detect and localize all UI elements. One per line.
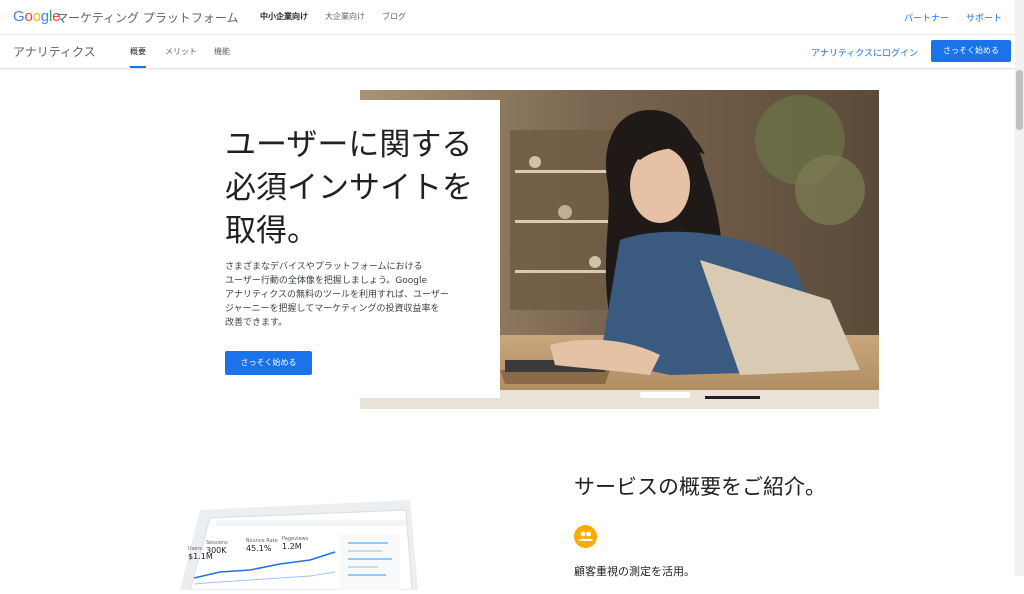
overview-title: サービスの概要をご紹介。: [574, 475, 826, 499]
hero-title: ユーザーに関する 必須インサイトを 取得。: [225, 124, 495, 253]
scrollbar-thumb[interactable]: [1016, 70, 1023, 130]
hero-title-line: 取得。: [225, 213, 318, 249]
hero-title-line: 必須インサイトを: [225, 170, 473, 206]
hero-description-line: ジャーニーを把握してマーケティングの投資収益率を: [225, 304, 440, 314]
hero-description: さまざまなデバイスやプラットフォームにおける ユーザー行動の全体像を把握しましょ…: [225, 260, 475, 330]
get-started-button[interactable]: さっそく始める: [931, 40, 1011, 62]
product-nav-bar: アナリティクス 概要 メリット 機能 アナリティクスにログイン さっそく始める: [0, 35, 1024, 68]
page-scrollbar[interactable]: [1015, 0, 1024, 576]
stat-sessions-value: 300K: [206, 546, 227, 555]
active-tab-indicator: [130, 66, 146, 68]
hero-get-started-button[interactable]: さっそく始める: [225, 351, 312, 375]
nav-item-blog[interactable]: ブログ: [382, 11, 406, 22]
support-link[interactable]: サポート: [966, 11, 1002, 24]
analytics-login-link[interactable]: アナリティクスにログイン: [811, 46, 918, 59]
product-name[interactable]: アナリティクス: [13, 43, 96, 60]
people-icon-glyph: [578, 531, 593, 541]
hero-description-line: アナリティクスの無料のツールを利用すれば、ユーザー: [225, 290, 449, 300]
tab-benefits[interactable]: メリット: [165, 46, 197, 57]
feature-customer-measurement: 顧客重視の測定を活用。: [574, 565, 695, 578]
hero-title-line: ユーザーに関する: [225, 127, 473, 163]
stat-pageviews-value: 1.2M: [282, 542, 302, 551]
hero-description-line: さまざまなデバイスやプラットフォームにおける: [225, 262, 423, 272]
google-logo[interactable]: Google: [13, 8, 60, 25]
hero-description-line: ユーザー行動の全体像を把握しましょう。Google: [225, 276, 428, 286]
top-bar: Google マーケティング プラットフォーム 中小企業向け 大企業向け ブログ…: [0, 0, 1024, 35]
partners-link[interactable]: パートナー: [904, 11, 949, 24]
tab-features[interactable]: 機能: [214, 46, 230, 57]
nav-item-enterprise[interactable]: 大企業向け: [325, 11, 365, 22]
stat-bounce-value: 45.1%: [246, 544, 272, 553]
dashboard-device-mockup: Users $1.1M Sessions 300K Bounce Rate 45…: [180, 500, 418, 591]
platform-title[interactable]: マーケティング プラットフォーム: [56, 9, 239, 26]
hero-description-line: 改善できます。: [225, 318, 288, 328]
tab-overview[interactable]: 概要: [130, 46, 146, 57]
people-icon: [574, 525, 597, 548]
nav-item-small-business[interactable]: 中小企業向け: [260, 11, 308, 22]
